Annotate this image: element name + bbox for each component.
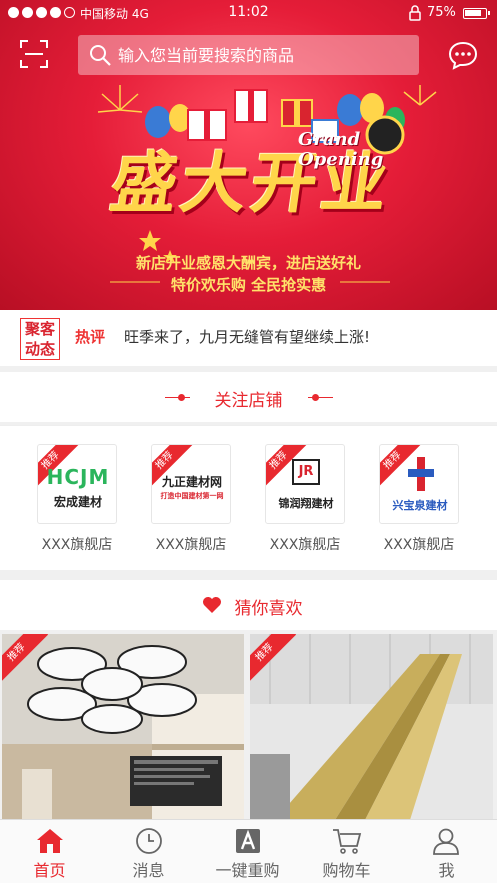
store-card[interactable]: 推荐 JR 锦润翔建材 XXX旗舰店 (263, 444, 347, 554)
bottom-tab-bar: 首页 消息 一键重购 购物车 我 (0, 819, 497, 883)
tab-reorder[interactable]: 一键重购 (198, 820, 297, 883)
store-brand-name: 宏成建材 (53, 495, 102, 509)
battery-percent: 75% (427, 5, 456, 20)
news-logo-line2: 动态 (24, 340, 55, 358)
product-card-ceiling-light[interactable]: 推荐 (2, 634, 244, 820)
product-grid: 推荐 推荐 (0, 630, 497, 820)
clock-icon (136, 828, 162, 854)
status-bar: 中国移动 4G 11:02 75% (0, 0, 497, 26)
rotation-lock-icon (409, 5, 421, 21)
store-logo: 推荐 九正建材网 打造中国建材第一网 (151, 444, 231, 524)
search-input[interactable] (118, 35, 413, 75)
store-brand-name: 锦润翔建材 (278, 497, 334, 510)
news-headline: 旺季来了，九月无缝管有望继续上涨! (124, 328, 371, 346)
hero-header: 中国移动 4G 11:02 75% 输入您当前要搜索的商品 盛大开业 Grand… (0, 0, 497, 310)
tab-cart[interactable]: 购物车 (297, 820, 396, 883)
stores-section-title: 关注店铺 (214, 391, 283, 411)
recommend-section-title: 猜你喜欢 (234, 599, 303, 619)
store-brand-mark: HCJM (46, 465, 110, 489)
store-name: XXX旗舰店 (155, 537, 227, 553)
store-brand-name: 兴宝泉建材 (392, 499, 448, 512)
product-image (2, 634, 244, 820)
banner-english-title: Grand Opening (298, 130, 383, 170)
store-logo: 推荐 JR 锦润翔建材 (265, 444, 345, 524)
store-brand-emblem (408, 457, 434, 491)
store-list: 推荐 HCJM 宏成建材 XXX旗舰店 推荐 九正建材网 打造中国建材第一网 X… (0, 425, 497, 570)
recommend-section-header: 猜你喜欢 (0, 580, 497, 630)
store-card[interactable]: 推荐 HCJM 宏成建材 XXX旗舰店 (35, 444, 119, 554)
search-bar[interactable] (78, 35, 419, 75)
store-brand-name: 打造中国建材第一网 (160, 492, 224, 500)
banner-english-line1: Grand (298, 129, 361, 150)
product-card-aluminum-profile[interactable]: 推荐 (250, 634, 493, 820)
cart-icon (333, 829, 362, 854)
store-card[interactable]: 推荐 九正建材网 打造中国建材第一网 XXX旗舰店 (149, 444, 233, 554)
banner-english-line2: Opening (298, 149, 384, 170)
tab-profile[interactable]: 我 (396, 820, 497, 883)
search-icon (90, 45, 111, 66)
store-name: XXX旗舰店 (269, 537, 341, 553)
home-icon (37, 829, 63, 853)
news-tag: 热评 (75, 328, 106, 346)
tab-messages[interactable]: 消息 (99, 820, 198, 883)
stores-section-header: 关注店铺 (0, 372, 497, 422)
news-logo-line1: 聚客 (24, 320, 55, 338)
tab-reorder-label: 一键重购 (215, 861, 280, 880)
tab-profile-label: 我 (438, 861, 455, 880)
tab-home-label: 首页 (33, 861, 66, 880)
reorder-icon (236, 829, 260, 853)
status-time: 11:02 (228, 4, 269, 20)
banner-subtitle-2: 特价欢乐购 全民抢实惠 (170, 276, 327, 294)
store-card[interactable]: 推荐 兴宝泉建材 XXX旗舰店 (377, 444, 461, 554)
store-logo: 推荐 HCJM 宏成建材 (37, 444, 117, 524)
store-name: XXX旗舰店 (383, 537, 455, 553)
battery-icon (463, 8, 490, 19)
news-strip[interactable]: 聚客 动态 热评 旺季来了，九月无缝管有望继续上涨! (0, 310, 497, 366)
message-icon[interactable] (448, 40, 478, 70)
banner-subtitle-1: 新店开业感恩大酬宾，进店送好礼 (135, 254, 361, 272)
tab-cart-label: 购物车 (322, 861, 371, 880)
scan-icon[interactable] (20, 40, 48, 68)
user-icon (433, 828, 459, 855)
news-logo: 聚客 动态 (20, 318, 60, 360)
tab-home[interactable]: 首页 (0, 820, 99, 883)
store-logo: 推荐 兴宝泉建材 (379, 444, 459, 524)
store-brand-mark: JR (292, 459, 320, 485)
store-brand-mark: 九正建材网 (161, 475, 222, 489)
promo-banner[interactable]: 盛大开业 Grand Opening 新店开业感恩大酬宾，进店送好礼 特价欢乐购… (0, 80, 497, 310)
product-image (250, 634, 493, 820)
store-name: XXX旗舰店 (41, 537, 113, 553)
tab-messages-label: 消息 (132, 861, 165, 880)
